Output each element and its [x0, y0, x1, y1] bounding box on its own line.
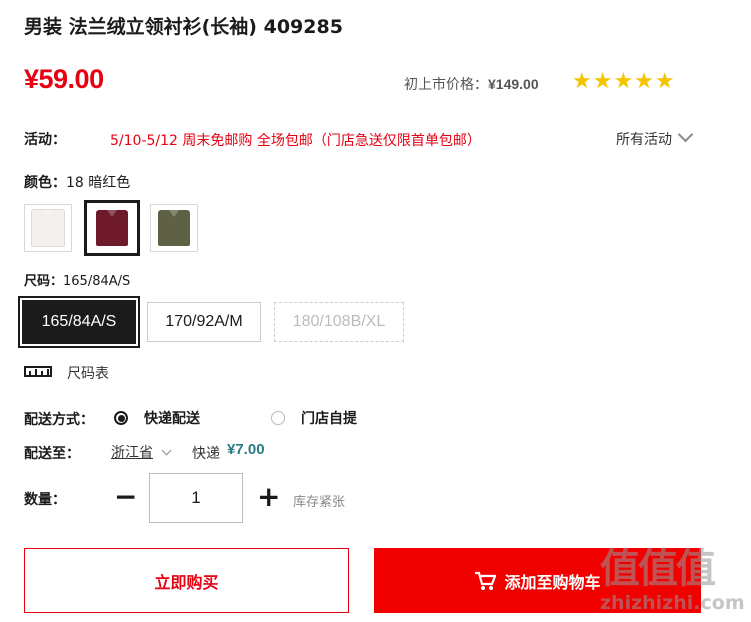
color-label-row: 颜色：18 暗红色	[24, 172, 130, 192]
province-select[interactable]: 浙江省	[111, 442, 172, 462]
delivery-option-pickup-label: 门店自提	[301, 411, 357, 427]
quantity-minus-button[interactable]: −	[114, 480, 137, 514]
buy-now-button[interactable]: 立即购买	[24, 548, 349, 613]
original-price-value: ¥149.00	[488, 76, 539, 92]
original-price-label: 初上市价格：	[404, 77, 488, 93]
promo-label: 活动：	[24, 132, 66, 148]
product-title: 男装 法兰绒立领衬衫(长袖) 409285	[24, 16, 343, 38]
size-chart-link[interactable]: 尺码表	[67, 363, 109, 383]
add-to-cart-label: 添加至购物车	[504, 572, 601, 592]
shirt-white-icon	[31, 209, 65, 247]
size-label: 尺码：	[24, 274, 64, 289]
delivery-to-label: 配送至：	[24, 446, 80, 462]
size-label-row: 尺码：165/84A/S	[24, 270, 130, 289]
watermark-site: zhizhizhi.com	[600, 592, 745, 614]
selected-color: 18 暗红色	[66, 175, 131, 191]
delivery-option-express[interactable]: 快递配送	[114, 408, 200, 428]
promo-text[interactable]: 5/10-5/12 周末免邮购 全场包邮（门店急送仅限首单包邮）	[110, 130, 481, 150]
color-swatch-white[interactable]	[24, 204, 72, 252]
original-price: 初上市价格：¥149.00	[404, 74, 539, 94]
radio-selected-icon	[114, 411, 128, 425]
shirt-olive-icon	[158, 210, 190, 246]
delivery-fee: ¥7.00	[227, 441, 265, 458]
size-option-s[interactable]: 165/84A/S	[18, 296, 140, 348]
all-promotions-label: 所有活动	[616, 132, 672, 148]
all-promotions-link[interactable]: 所有活动	[616, 126, 694, 149]
shopping-cart-icon	[475, 571, 497, 590]
delivery-method-label: 配送方式：	[24, 412, 94, 428]
color-swatch-dark-red[interactable]	[84, 200, 140, 256]
stock-note: 库存紧张	[293, 495, 346, 510]
delivery-option-express-label: 快递配送	[144, 411, 200, 427]
rating-stars: ★★★★★	[572, 69, 676, 94]
sale-price: ¥59.00	[24, 64, 104, 94]
shirt-dark-red-icon	[96, 210, 128, 246]
province-value: 浙江省	[111, 445, 153, 461]
color-swatch-olive[interactable]	[150, 204, 198, 252]
delivery-method: 快递	[192, 446, 220, 462]
chevron-down-icon	[161, 445, 172, 456]
chevron-down-icon	[677, 126, 694, 143]
ruler-icon	[24, 366, 52, 377]
delivery-option-pickup[interactable]: 门店自提	[271, 408, 357, 428]
quantity-label: 数量：	[24, 492, 66, 508]
watermark-mark: 值值值	[600, 546, 716, 592]
quantity-input[interactable]: 1	[149, 473, 243, 523]
selected-size: 165/84A/S	[63, 274, 131, 289]
quantity-plus-button[interactable]: +	[257, 480, 280, 514]
color-label: 颜色：	[24, 175, 66, 191]
size-option-xl: 180/108B/XL	[274, 302, 404, 342]
watermark-logo: 值值值 zhizhizhi.com	[600, 536, 750, 622]
size-option-m[interactable]: 170/92A/M	[147, 302, 261, 342]
radio-unselected-icon	[271, 411, 285, 425]
